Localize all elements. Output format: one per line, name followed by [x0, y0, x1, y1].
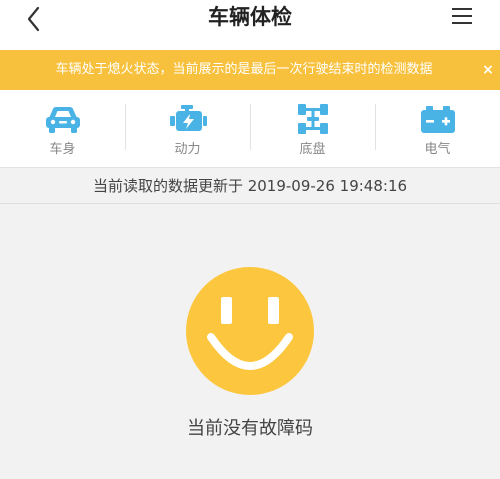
tab-label: 底盘: [299, 142, 326, 157]
tab-label: 电气: [424, 142, 451, 157]
chassis-icon: [298, 104, 328, 134]
menu-button[interactable]: [452, 6, 476, 26]
data-update-timestamp: 当前读取的数据更新于 2019-09-26 19:48:16: [92, 177, 408, 195]
close-icon[interactable]: ×: [478, 60, 498, 80]
data-update-bar: 当前读取的数据更新于 2019-09-26 19:48:16: [0, 168, 500, 204]
tab-chassis[interactable]: 底盘: [250, 90, 375, 168]
tab-power[interactable]: 动力: [125, 90, 250, 168]
tab-electrical[interactable]: 电气: [375, 90, 500, 168]
car-body-icon: [46, 107, 80, 133]
battery-icon: [421, 106, 455, 133]
menu-icon-bar: [452, 22, 472, 24]
tab-label: 车身: [49, 142, 76, 157]
chevron-left-icon: [27, 6, 40, 32]
menu-icon-bar: [452, 15, 472, 17]
tab-car-body[interactable]: 车身: [0, 90, 125, 168]
no-fault-code-status: 当前没有故障码: [187, 418, 313, 439]
back-button[interactable]: [20, 6, 50, 42]
tab-label: 动力: [174, 142, 201, 157]
menu-icon-bar: [452, 8, 472, 10]
notice-text: 车辆处于熄火状态，当前展示的是最后一次行驶结束时的检测数据: [55, 62, 433, 77]
category-tabs: 车身 动力 底盘 电气: [0, 90, 500, 168]
engine-icon: [170, 105, 207, 131]
smiley-face-icon: [186, 267, 314, 395]
page-title: 车辆体检: [208, 5, 292, 29]
app-header: 车辆体检: [0, 0, 500, 50]
engine-off-notice: 车辆处于熄火状态，当前展示的是最后一次行驶结束时的检测数据 ×: [0, 50, 500, 90]
